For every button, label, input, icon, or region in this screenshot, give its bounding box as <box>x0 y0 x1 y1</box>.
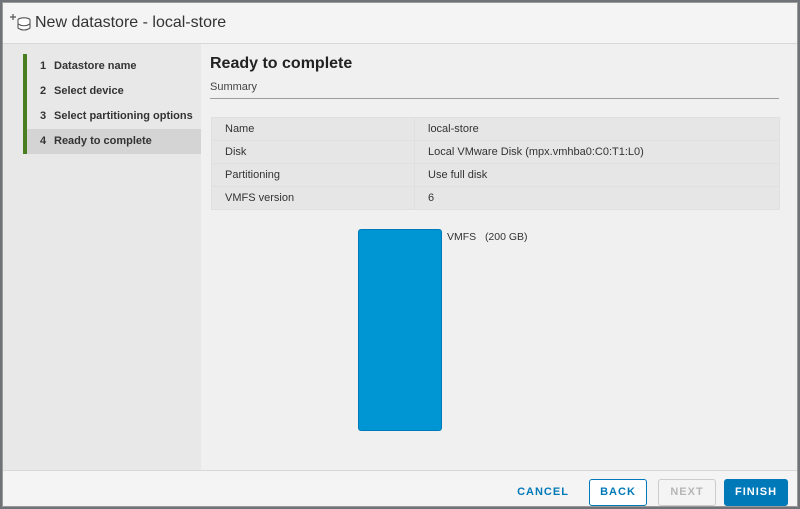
step-datastore-name[interactable]: 1 Datastore name <box>23 54 201 79</box>
new-datastore-dialog: New datastore - local-store 1 Datastore n… <box>2 2 798 507</box>
partition-type: VMFS <box>447 231 477 243</box>
table-row: Name local-store <box>211 117 780 141</box>
dialog-body: 1 Datastore name 2 Select device 3 Select p… <box>3 44 797 470</box>
step-number: 3 <box>40 110 47 122</box>
datastore-add-icon <box>9 13 33 33</box>
summary-table: Name local-store Disk Local VMware Disk … <box>211 117 780 210</box>
summary-key: VMFS version <box>211 186 415 210</box>
back-button[interactable]: BACK <box>589 479 647 506</box>
section-divider <box>210 98 779 99</box>
section-title-summary: Summary <box>210 81 258 93</box>
summary-key: Name <box>211 117 415 141</box>
finish-button[interactable]: FINISH <box>724 479 788 506</box>
summary-value: local-store <box>414 117 780 141</box>
step-ready-to-complete[interactable]: 4 Ready to complete <box>23 129 201 154</box>
next-button[interactable]: NEXT <box>658 479 716 506</box>
step-select-partitioning-options[interactable]: 3 Select partitioning options <box>23 104 201 129</box>
page-title: Ready to complete <box>210 55 353 72</box>
dialog-titlebar: New datastore - local-store <box>3 3 797 44</box>
step-number: 2 <box>40 85 47 97</box>
dialog-title: New datastore - local-store <box>35 14 227 31</box>
table-row: Disk Local VMware Disk (mpx.vmhba0:C0:T1… <box>211 140 780 164</box>
summary-value: Use full disk <box>414 163 780 187</box>
vmfs-partition-bar <box>358 229 442 431</box>
table-row: VMFS version 6 <box>211 186 780 210</box>
summary-key: Partitioning <box>211 163 415 187</box>
summary-key: Disk <box>211 140 415 164</box>
cancel-button[interactable]: CANCEL <box>511 479 575 506</box>
step-label: Datastore name <box>54 60 137 72</box>
summary-value: Local VMware Disk (mpx.vmhba0:C0:T1:L0) <box>414 140 780 164</box>
main-panel: Ready to complete Summary Name local-sto… <box>201 44 797 470</box>
step-label: Ready to complete <box>54 135 152 147</box>
partition-size: (200 GB) <box>484 231 528 243</box>
partition-label: VMFS (200 GB) <box>447 231 528 243</box>
step-label: Select device <box>54 85 124 97</box>
step-select-device[interactable]: 2 Select device <box>23 79 201 104</box>
dialog-footer: CANCEL BACK NEXT FINISH <box>3 470 797 506</box>
wizard-steps: 1 Datastore name 2 Select device 3 Select p… <box>23 54 201 469</box>
summary-value: 6 <box>414 186 780 210</box>
table-row: Partitioning Use full disk <box>211 163 780 187</box>
step-label: Select partitioning options <box>54 110 193 122</box>
step-number: 4 <box>40 135 47 147</box>
step-number: 1 <box>40 60 47 72</box>
